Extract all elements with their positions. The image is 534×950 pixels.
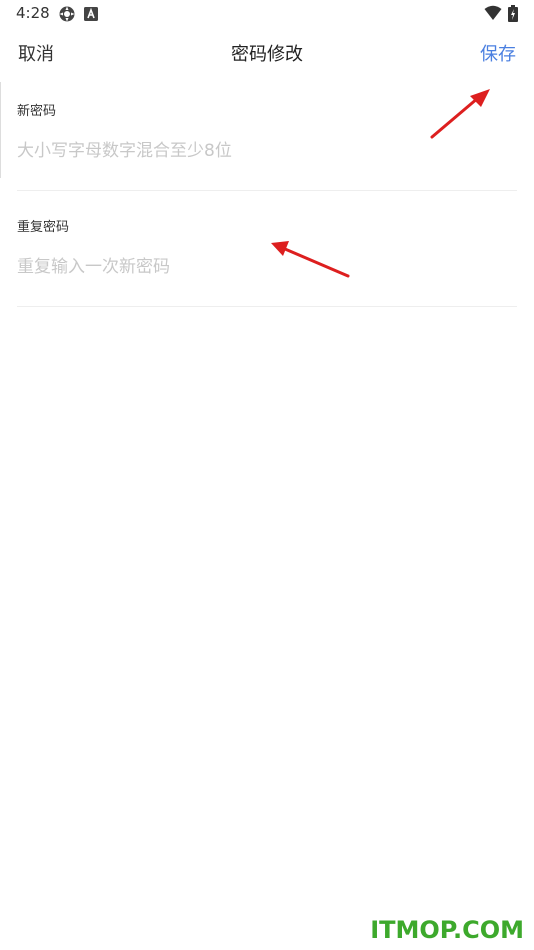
watermark-logo: ITMOP.COM	[370, 916, 524, 944]
arrow-to-repeat-field-icon	[271, 241, 350, 278]
arrow-to-save-icon	[430, 89, 490, 139]
annotation-arrows	[271, 89, 490, 278]
password-change-screen: 4:28 取消 密码修改 保存 新密码 重复密码 ITMOP.COM	[0, 0, 534, 950]
